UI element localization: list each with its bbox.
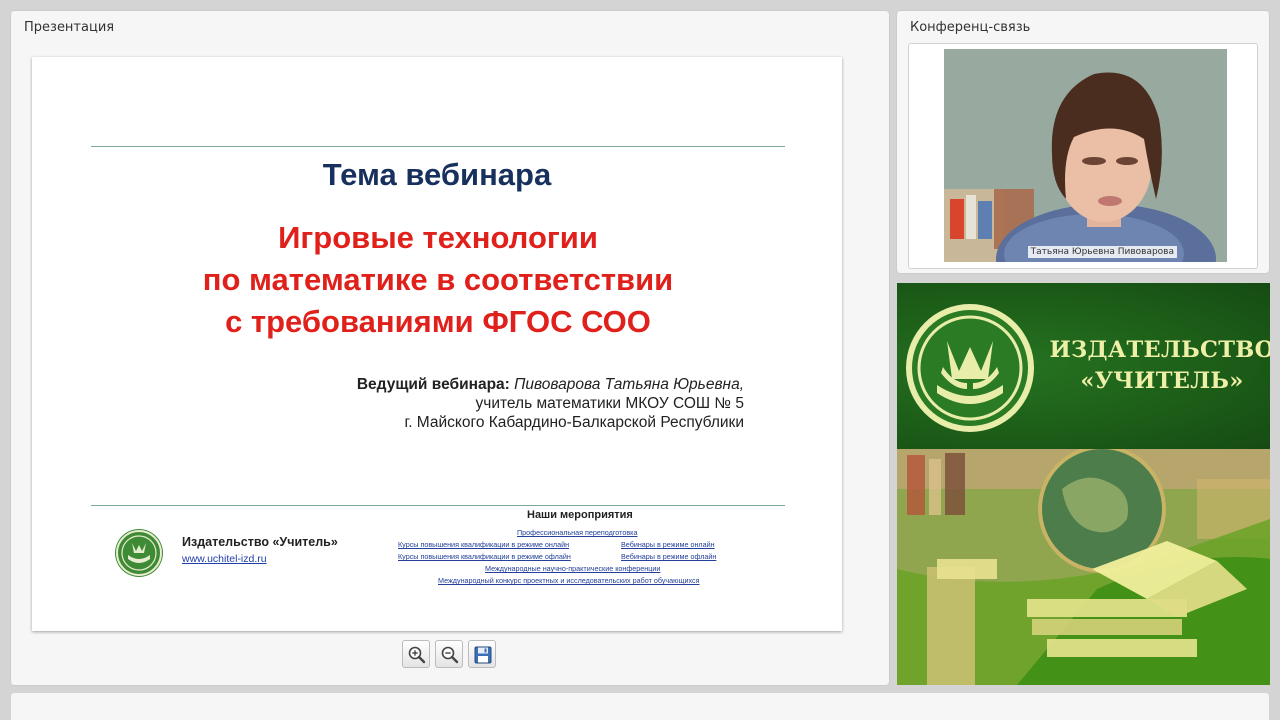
- event-link-webinars-online[interactable]: Вебинары в режиме онлайн: [621, 540, 715, 549]
- event-link-webinars-offline[interactable]: Вебинары в режиме офлайн: [621, 552, 716, 561]
- slide-host-line-2: учитель математики МКОУ СОШ № 5: [475, 395, 744, 412]
- presentation-panel-title: Презентация: [24, 20, 115, 35]
- event-link-retraining[interactable]: Профессиональная переподготовка: [517, 528, 637, 537]
- slide-host-line-3: г. Майского Кабардино-Балкарской Республ…: [404, 414, 744, 431]
- slide-heading: Тема вебинара: [322, 157, 552, 192]
- slide-topic-line-3: с требованиями ФГОС СОО: [225, 304, 651, 339]
- slide-bottom-divider: [91, 505, 785, 506]
- zoom-out-button[interactable]: [435, 640, 463, 668]
- event-link-contest[interactable]: Международный конкурс проектных и исслед…: [438, 576, 700, 585]
- host-name: Пивоварова Татьяна Юрьевна,: [514, 376, 744, 393]
- events-title: Наши мероприятия: [527, 509, 633, 521]
- banner-top: ИЗДАТЕЛЬСТВО «УЧИТЕЛЬ»: [897, 283, 1270, 449]
- banner-title-line-1: ИЗДАТЕЛЬСТВО: [1049, 337, 1270, 363]
- event-link-courses-offline[interactable]: Курсы повышения квалификации в режиме оф…: [398, 552, 571, 561]
- footer-publisher-name: Издательство «Учитель»: [182, 535, 338, 549]
- banner-logo-icon: [906, 304, 1034, 432]
- publisher-logo-icon: [115, 529, 163, 577]
- zoom-in-button[interactable]: [402, 640, 430, 668]
- event-link-courses-online[interactable]: Курсы повышения квалификации в режиме он…: [398, 540, 569, 549]
- footer-publisher-url[interactable]: www.uchitel-izd.ru: [182, 553, 267, 565]
- bottom-bar: [11, 693, 1269, 720]
- presenter-video-feed[interactable]: Татьяна Юрьевна Пивоварова: [944, 49, 1227, 262]
- slide-topic-line-2: по математике в соответствии: [202, 262, 674, 297]
- conference-panel: Конференц-связь Татьяна Юрьевна Пивоваро…: [897, 11, 1269, 273]
- publisher-banner: ИЗДАТЕЛЬСТВО «УЧИТЕЛЬ»: [897, 283, 1270, 685]
- presentation-panel: Презентация Тема вебинара Игровые технол…: [11, 11, 889, 685]
- save-button[interactable]: [468, 640, 496, 668]
- presentation-slide: Тема вебинара Игровые технологии по мате…: [32, 57, 842, 631]
- presenter-video-image: [944, 49, 1227, 262]
- slide-topic-line-1: Игровые технологии: [278, 220, 598, 255]
- zoom-out-icon: [441, 646, 459, 664]
- slide-host-line-1: Ведущий вебинара: Пивоварова Татьяна Юрь…: [357, 376, 744, 394]
- books-globe-illustration: [897, 449, 1270, 685]
- event-link-conferences[interactable]: Международные научно-практические конфер…: [485, 564, 660, 573]
- floppy-disk-icon: [474, 646, 492, 664]
- presenter-name-label: Татьяна Юрьевна Пивоварова: [1027, 246, 1177, 258]
- zoom-in-icon: [408, 646, 426, 664]
- conference-panel-title: Конференц-связь: [910, 20, 1031, 35]
- host-label: Ведущий вебинара:: [356, 376, 510, 393]
- video-frame: Татьяна Юрьевна Пивоварова: [908, 43, 1258, 269]
- slide-top-divider: [91, 146, 785, 147]
- banner-title-line-2: «УЧИТЕЛЬ»: [1080, 368, 1244, 394]
- banner-books-image: [897, 449, 1270, 685]
